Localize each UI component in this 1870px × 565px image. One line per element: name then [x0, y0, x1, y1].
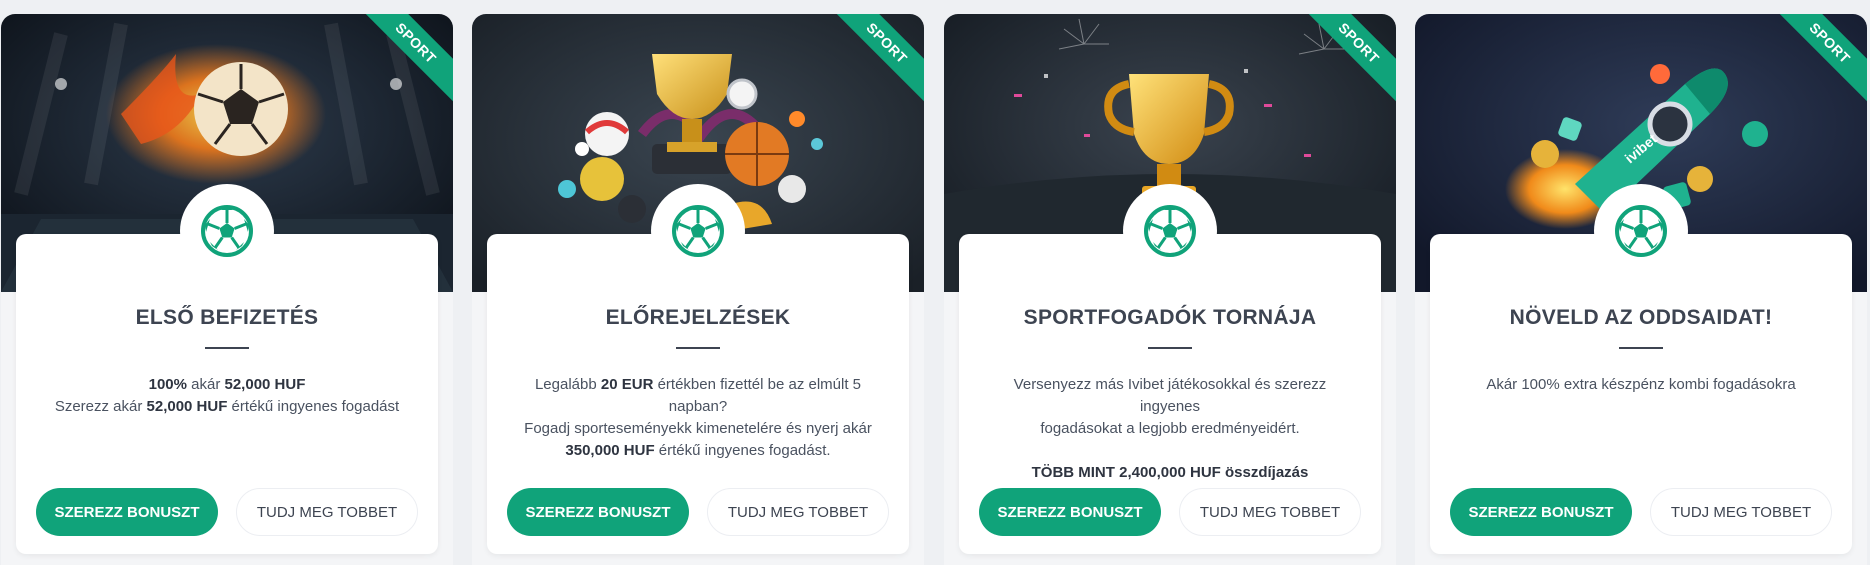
card-title: NÖVELD AZ ODDSAIDAT!: [1509, 306, 1773, 329]
get-bonus-button[interactable]: SZEREZZ BONUSZT: [1450, 488, 1632, 536]
badge: [1594, 184, 1688, 278]
promo-panel: NÖVELD AZ ODDSAIDAT! Akár 100% extra kés…: [1430, 184, 1852, 554]
get-bonus-button[interactable]: SZEREZZ BONUSZT: [979, 488, 1161, 536]
sport-ribbon: SPORT: [1777, 14, 1867, 104]
promo-panel: ELŐREJELZÉSEK Legalább 20 EUR értékben f…: [487, 184, 909, 554]
flaming-soccer-ball-icon: [194, 62, 288, 156]
card-description: Akár 100% extra készpénz kombi fogadások…: [1486, 376, 1796, 393]
sport-ribbon: SPORT: [834, 14, 924, 104]
soccer-ball-icon: [1144, 205, 1196, 257]
promo-panel: SPORTFOGADÓK TORNÁJA Versenyezz más Ivib…: [959, 184, 1381, 554]
learn-more-button[interactable]: TUDJ MEG TOBBET: [236, 488, 418, 536]
get-bonus-button[interactable]: SZEREZZ BONUSZT: [507, 488, 689, 536]
soccer-ball-icon: [201, 205, 253, 257]
card-title: ELŐREJELZÉSEK: [605, 306, 791, 329]
learn-more-button[interactable]: TUDJ MEG TOBBET: [1179, 488, 1361, 536]
badge: [1123, 184, 1217, 278]
card-description: 100% akár 52,000 HUF Szerezz akár 52,000…: [54, 376, 400, 415]
badge: [651, 184, 745, 278]
learn-more-button[interactable]: TUDJ MEG TOBBET: [707, 488, 889, 536]
card-title: SPORTFOGADÓK TORNÁJA: [1023, 306, 1317, 329]
soccer-ball-icon: [672, 205, 724, 257]
card-description: Versenyezz más Ivibet játékosokkal és sz…: [1013, 376, 1327, 481]
get-bonus-button[interactable]: SZEREZZ BONUSZT: [36, 488, 218, 536]
learn-more-button[interactable]: TUDJ MEG TOBBET: [1650, 488, 1832, 536]
soccer-ball-icon: [1615, 205, 1667, 257]
divider: [1619, 347, 1663, 349]
promo-card-tournament: SPORT SPORTFOGADÓK TORNÁJA Versenyezz má…: [944, 14, 1396, 565]
card-title: ELSŐ BEFIZETÉS: [135, 306, 319, 329]
badge: [180, 184, 274, 278]
card-description: Legalább 20 EUR értékben fizettél be az …: [524, 376, 872, 459]
divider: [205, 347, 249, 349]
divider: [676, 347, 720, 349]
sport-ribbon: SPORT: [363, 14, 453, 104]
divider: [1148, 347, 1192, 349]
promo-card-boost-odds: ivibet SPORT NÖVELD AZ ODDSAIDAT! Akár 1…: [1415, 14, 1867, 565]
promo-panel: ELSŐ BEFIZETÉS 100% akár 52,000 HUF Szer…: [16, 184, 438, 554]
promo-card-first-deposit: SPORT ELSŐ BEFIZETÉS 100% akár 52,000 HU…: [1, 14, 453, 565]
sport-ribbon: SPORT: [1306, 14, 1396, 104]
promo-card-predictions: SPORT ELŐREJELZÉSEK Legalább 20 EUR érté…: [472, 14, 924, 565]
